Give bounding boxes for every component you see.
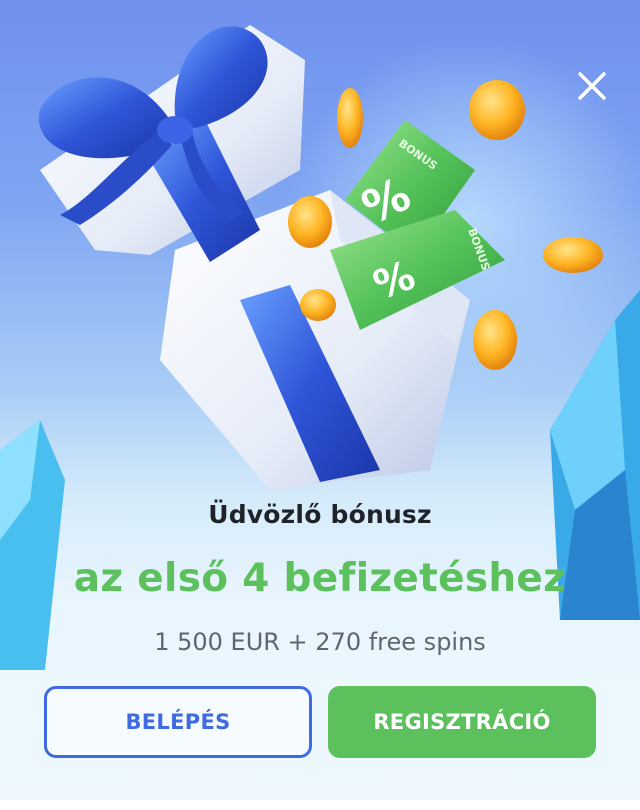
register-button[interactable]: REGISZTRÁCIÓ xyxy=(328,686,596,758)
login-button[interactable]: BELÉPÉS xyxy=(44,686,312,758)
close-icon xyxy=(578,72,606,100)
popup-title: Üdvözlő bónusz xyxy=(208,500,432,529)
welcome-bonus-popup: % BONUS % BONUS Üdvözlő bónusz az első 4… xyxy=(0,0,640,810)
popup-bottom-edge xyxy=(0,800,640,810)
close-button[interactable] xyxy=(572,66,612,106)
popup-subtitle: az első 4 befizetéshez xyxy=(73,556,567,601)
bonus-offer-text: 1 500 EUR + 270 free spins xyxy=(154,628,486,656)
